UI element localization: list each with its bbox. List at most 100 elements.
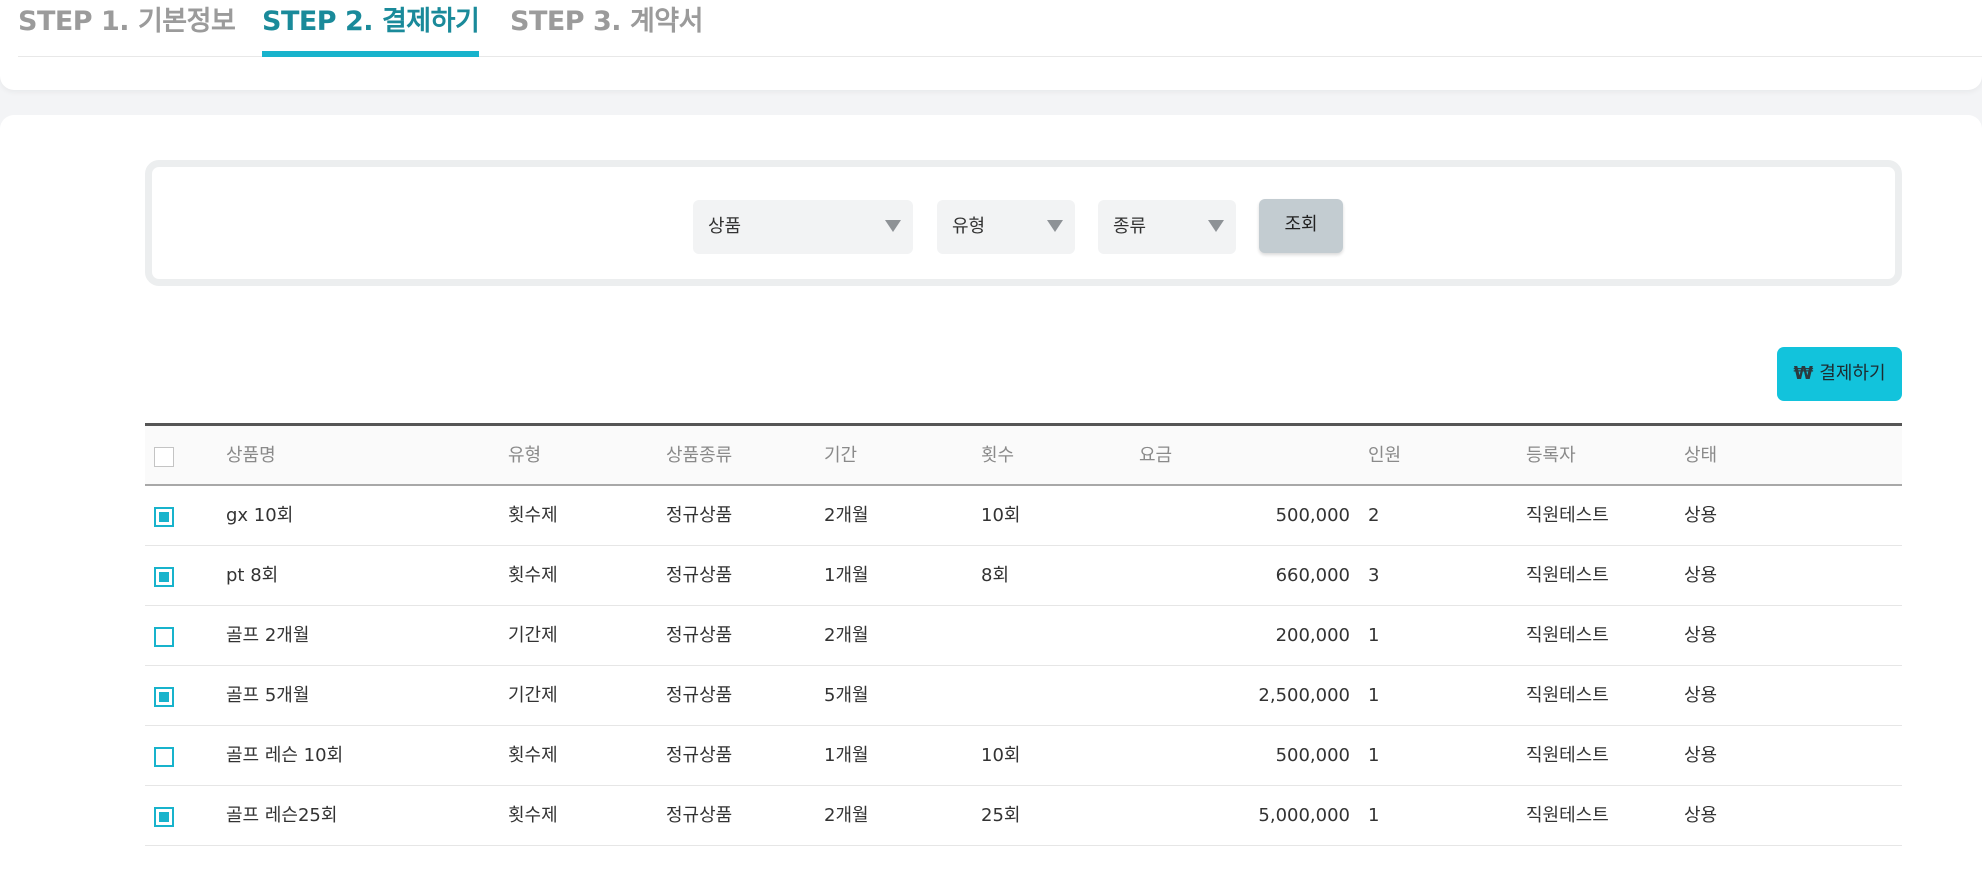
step-header: STEP 1. 기본정보 STEP 2. 결제하기 STEP 3. 계약서 xyxy=(0,0,1982,90)
filter-panel: 상품 유형 종류 조회 xyxy=(145,160,1902,286)
won-icon: ₩ xyxy=(1793,363,1814,384)
header-type[interactable]: 유형 xyxy=(508,426,541,484)
row-checkbox[interactable] xyxy=(154,687,174,707)
header-name[interactable]: 상품명 xyxy=(226,426,276,484)
table-row[interactable]: pt 8회 횟수제 정규상품 1개월 8회 660,000 3 직원테스트 상용 xyxy=(145,546,1902,606)
row-checkbox[interactable] xyxy=(154,747,174,767)
header-status[interactable]: 상태 xyxy=(1684,426,1717,484)
product-people: 3 xyxy=(1368,565,1380,586)
product-name: 골프 2개월 xyxy=(226,625,310,646)
product-registrant: 직원테스트 xyxy=(1526,625,1609,646)
tab-step-3-contract[interactable]: STEP 3. 계약서 xyxy=(510,3,703,57)
table-row[interactable]: 골프 레슨 10회 횟수제 정규상품 1개월 10회 500,000 1 직원테… xyxy=(145,726,1902,786)
search-button[interactable]: 조회 xyxy=(1259,199,1343,253)
tab-step-1-basic-info[interactable]: STEP 1. 기본정보 xyxy=(18,3,236,57)
product-registrant: 직원테스트 xyxy=(1526,685,1609,706)
product-count: 10회 xyxy=(981,505,1021,526)
product-status: 상용 xyxy=(1684,505,1718,526)
product-type: 횟수제 xyxy=(508,805,558,826)
row-checkbox-cell xyxy=(154,726,176,785)
table-row[interactable]: gx 10회 횟수제 정규상품 2개월 10회 500,000 2 직원테스트 … xyxy=(145,486,1902,546)
row-checkbox[interactable] xyxy=(154,807,174,827)
product-table: 상품명 유형 상품종류 기간 횟수 요금 인원 등록자 상태 gx 10회 횟수… xyxy=(145,423,1902,846)
chevron-down-icon xyxy=(885,220,901,232)
table-header: 상품명 유형 상품종류 기간 횟수 요금 인원 등록자 상태 xyxy=(145,426,1902,486)
kind-select[interactable]: 종류 xyxy=(1098,200,1236,254)
product-status: 상용 xyxy=(1684,625,1718,646)
product-registrant: 직원테스트 xyxy=(1526,745,1609,766)
row-checkbox-cell xyxy=(154,486,176,545)
product-kind: 정규상품 xyxy=(666,745,733,766)
product-people: 1 xyxy=(1368,685,1380,706)
header-fee[interactable]: 요금 xyxy=(1139,426,1172,484)
header-registrant[interactable]: 등록자 xyxy=(1526,426,1576,484)
product-type: 기간제 xyxy=(508,625,558,646)
product-people: 1 xyxy=(1368,745,1380,766)
header-period[interactable]: 기간 xyxy=(824,426,857,484)
row-checkbox-cell xyxy=(154,786,176,845)
product-registrant: 직원테스트 xyxy=(1526,565,1609,586)
table-row[interactable]: 골프 2개월 기간제 정규상품 2개월 200,000 1 직원테스트 상용 xyxy=(145,606,1902,666)
step-tabs: STEP 1. 기본정보 STEP 2. 결제하기 STEP 3. 계약서 xyxy=(18,0,1982,57)
pay-button-label: 결제하기 xyxy=(1819,363,1886,384)
select-all-checkbox[interactable] xyxy=(154,447,174,467)
product-select[interactable]: 상품 xyxy=(693,200,913,254)
row-checkbox[interactable] xyxy=(154,627,174,647)
header-count[interactable]: 횟수 xyxy=(981,426,1014,484)
kind-select-value: 종류 xyxy=(1113,216,1147,237)
product-fee: 500,000 xyxy=(1275,505,1350,526)
main-card: 상품 유형 종류 조회 ₩ 결제하기 상품명 유형 상품종류 기간 횟수 요금 인… xyxy=(0,115,1982,875)
product-fee: 500,000 xyxy=(1275,745,1350,766)
product-fee: 660,000 xyxy=(1275,565,1350,586)
table-row[interactable]: 골프 레슨25회 횟수제 정규상품 2개월 25회 5,000,000 1 직원… xyxy=(145,786,1902,846)
table-row[interactable]: 골프 5개월 기간제 정규상품 5개월 2,500,000 1 직원테스트 상용 xyxy=(145,666,1902,726)
product-period: 2개월 xyxy=(824,625,869,646)
chevron-down-icon xyxy=(1208,220,1224,232)
product-status: 상용 xyxy=(1684,565,1718,586)
row-checkbox[interactable] xyxy=(154,507,174,527)
header-kind[interactable]: 상품종류 xyxy=(666,426,732,484)
header-people[interactable]: 인원 xyxy=(1368,426,1401,484)
product-type: 횟수제 xyxy=(508,565,558,586)
type-select-value: 유형 xyxy=(952,216,986,237)
product-period: 2개월 xyxy=(824,505,869,526)
type-select[interactable]: 유형 xyxy=(937,200,1075,254)
product-name: gx 10회 xyxy=(226,505,294,526)
product-registrant: 직원테스트 xyxy=(1526,805,1609,826)
row-checkbox[interactable] xyxy=(154,567,174,587)
tab-step-2-payment[interactable]: STEP 2. 결제하기 xyxy=(262,3,480,57)
row-checkbox-cell xyxy=(154,606,176,665)
product-period: 1개월 xyxy=(824,565,869,586)
product-status: 상용 xyxy=(1684,685,1718,706)
row-checkbox-cell xyxy=(154,666,176,725)
product-period: 1개월 xyxy=(824,745,869,766)
product-type: 기간제 xyxy=(508,685,558,706)
product-count: 25회 xyxy=(981,805,1021,826)
product-period: 2개월 xyxy=(824,805,869,826)
product-period: 5개월 xyxy=(824,685,869,706)
product-status: 상용 xyxy=(1684,745,1718,766)
pay-button[interactable]: ₩ 결제하기 xyxy=(1777,347,1902,401)
product-name: 골프 레슨25회 xyxy=(226,805,338,826)
chevron-down-icon xyxy=(1047,220,1063,232)
product-fee: 5,000,000 xyxy=(1258,805,1350,826)
product-name: 골프 5개월 xyxy=(226,685,310,706)
product-count: 8회 xyxy=(981,565,1010,586)
product-kind: 정규상품 xyxy=(666,565,733,586)
product-registrant: 직원테스트 xyxy=(1526,505,1609,526)
product-fee: 200,000 xyxy=(1275,625,1350,646)
product-name: pt 8회 xyxy=(226,565,279,586)
product-kind: 정규상품 xyxy=(666,805,733,826)
product-kind: 정규상품 xyxy=(666,505,733,526)
product-people: 2 xyxy=(1368,505,1380,526)
row-checkbox-cell xyxy=(154,546,176,605)
product-kind: 정규상품 xyxy=(666,625,733,646)
product-type: 횟수제 xyxy=(508,745,558,766)
product-type: 횟수제 xyxy=(508,505,558,526)
product-people: 1 xyxy=(1368,625,1380,646)
product-count: 10회 xyxy=(981,745,1021,766)
product-status: 상용 xyxy=(1684,805,1718,826)
product-select-value: 상품 xyxy=(708,216,742,237)
select-all-cell xyxy=(154,426,176,484)
product-name: 골프 레슨 10회 xyxy=(226,745,344,766)
